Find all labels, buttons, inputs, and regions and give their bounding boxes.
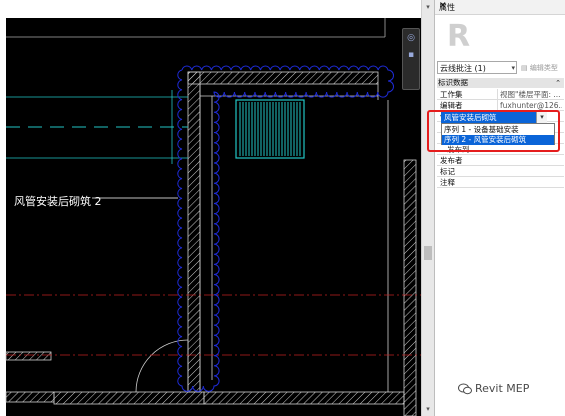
scroll-up-icon[interactable]: ▾ xyxy=(422,2,434,12)
drawing-canvas[interactable]: 风管安装后砌筑 2 ◎ ▪ ▾ ▾ xyxy=(0,0,434,416)
vertical-scrollbar[interactable]: ▾ ▾ xyxy=(421,0,434,416)
property-value[interactable]: 视图"楼层平面: ... xyxy=(497,89,562,100)
dropdown-arrow-icon[interactable]: ▾ xyxy=(536,112,547,123)
type-selector-value: 云线批注 (1) xyxy=(440,64,486,73)
properties-panel: 属性 ✕ R 云线批注 (1) ▾ ▤ 编辑类型 标识数据 ⌃ 工作集 视图"楼层… xyxy=(434,0,565,416)
close-icon[interactable]: ✕ xyxy=(439,1,562,11)
property-row[interactable]: 注释 xyxy=(437,177,564,188)
option-revision-2[interactable]: 序列 2 - 风管安装后砌筑 xyxy=(442,135,554,145)
revision-options-list[interactable]: 序列 1 - 设备基础安装 序列 2 - 风管安装后砌筑 xyxy=(441,123,555,145)
property-label: 发布者 xyxy=(440,156,463,165)
collapse-icon[interactable]: ⌃ xyxy=(555,78,561,88)
scroll-thumb[interactable] xyxy=(424,246,432,260)
type-selector[interactable]: 云线批注 (1) ▾ xyxy=(437,61,517,74)
wechat-icon xyxy=(458,383,472,395)
revision-tag-label[interactable]: 风管安装后砌筑 2 xyxy=(14,193,102,209)
steering-wheel-icon[interactable]: ◎ xyxy=(405,32,417,44)
zoom-icon[interactable]: ▪ xyxy=(405,49,417,61)
option-revision-1[interactable]: 序列 1 - 设备基础安装 xyxy=(442,125,554,135)
property-label: 工作集 xyxy=(440,90,463,99)
property-label: 标记 xyxy=(440,167,455,176)
property-row[interactable]: 发布者 xyxy=(437,155,564,166)
edit-type-button[interactable]: ▤ 编辑类型 xyxy=(521,63,558,73)
panel-header: 属性 ✕ xyxy=(435,0,565,15)
revision-select[interactable]: 风管安装后砌筑 ▾ xyxy=(441,112,547,123)
scroll-down-icon[interactable]: ▾ xyxy=(422,404,434,414)
navigation-bar[interactable]: ◎ ▪ xyxy=(402,28,420,90)
property-label: 注释 xyxy=(440,178,455,187)
property-row[interactable]: 工作集 视图"楼层平面: ... xyxy=(437,89,564,100)
watermark: Revit MEP xyxy=(458,382,529,395)
revit-logo: R xyxy=(447,19,471,54)
section-header-identity-data[interactable]: 标识数据 ⌃ xyxy=(437,78,564,88)
chevron-down-icon[interactable]: ▾ xyxy=(511,62,515,75)
property-row[interactable]: 标记 xyxy=(437,166,564,177)
